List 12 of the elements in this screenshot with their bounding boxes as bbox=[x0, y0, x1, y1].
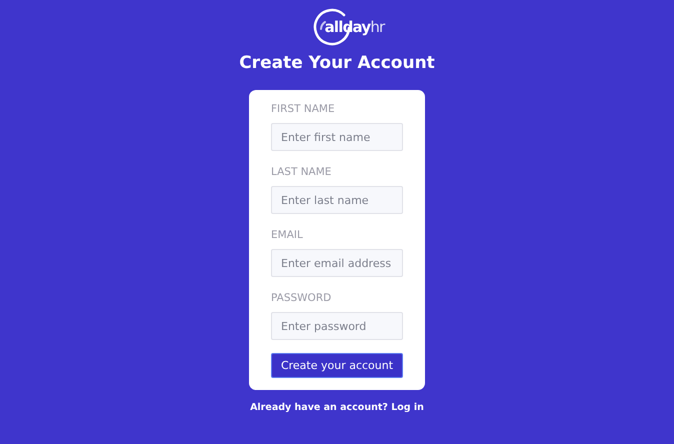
field-label: PASSWORD bbox=[271, 291, 332, 305]
input-field[interactable]: Enter email address bbox=[271, 249, 403, 277]
input-field[interactable]: Enter password bbox=[271, 312, 403, 340]
field-label: LAST NAME bbox=[271, 165, 332, 179]
field-label: EMAIL bbox=[271, 228, 304, 242]
input-field[interactable]: Enter last name bbox=[271, 186, 403, 214]
field-label: FIRST NAME bbox=[271, 102, 336, 116]
login-link[interactable]: Already have an account? Log in bbox=[250, 402, 424, 413]
page-title: Create Your Account bbox=[239, 52, 435, 74]
input-field[interactable]: Enter first name bbox=[271, 123, 403, 151]
create-account-button[interactable]: Create your account bbox=[271, 353, 403, 378]
logo-text: alldayhr bbox=[324, 18, 384, 36]
